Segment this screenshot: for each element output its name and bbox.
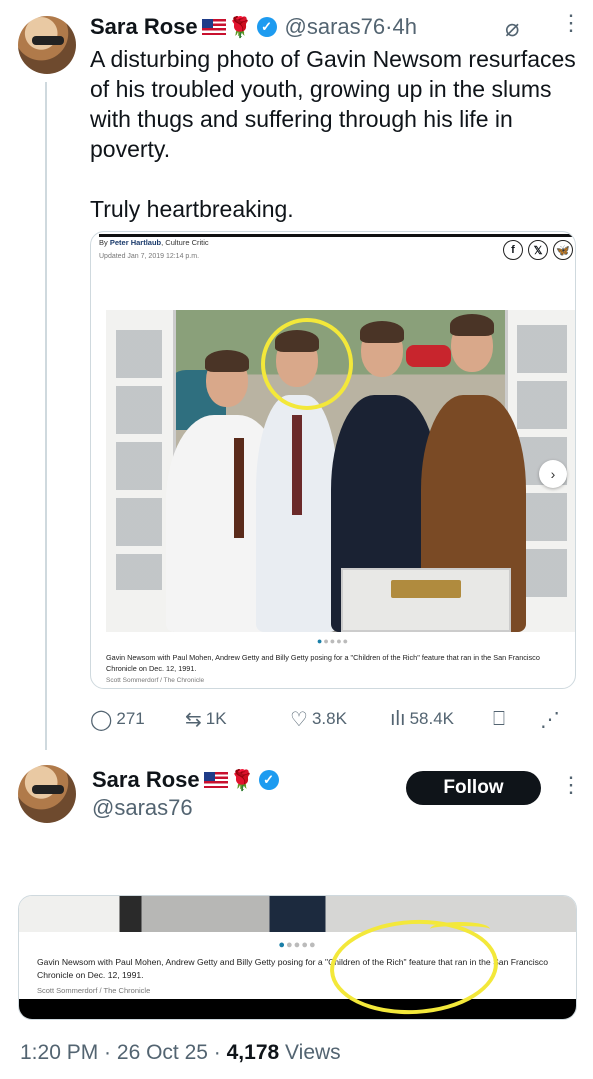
follow-button[interactable]: Follow <box>406 771 541 805</box>
tweet-header: Sara Rose 🌹 ✓ <box>92 767 279 793</box>
like-count: 3.8K <box>311 709 347 728</box>
mail-slot <box>341 568 511 632</box>
us-flag-icon <box>203 772 228 788</box>
byline-author: Peter Hartlaub <box>109 238 162 247</box>
cropped-photo <box>19 896 576 932</box>
share-icon: ⋰ <box>540 708 560 731</box>
thread-connector <box>45 82 47 750</box>
black-bar <box>19 999 576 1019</box>
views-button[interactable]: ılı 58.4K <box>390 708 454 731</box>
highlight-circle <box>261 318 353 410</box>
author-handle[interactable]: @saras76 <box>285 14 386 40</box>
article-updated: Updated Jan 7, 2019 12:14 p.m. <box>99 253 200 260</box>
photo-credit: Scott Sommerdorf / The Chronicle <box>37 986 151 995</box>
action-bar: ◯ 271 ⇆ 1K ♡ 3.8K ılı 58.4K ⎕ ⋰ <box>90 705 570 733</box>
tweet-header: Sara Rose 🌹 ✓ @saras76 · 4h <box>90 14 417 40</box>
photo-caption: Gavin Newsom with Paul Mohen, Andrew Get… <box>106 653 540 673</box>
like-button[interactable]: ♡ 3.8K <box>290 707 347 732</box>
rose-emoji: 🌹 <box>227 16 253 39</box>
repost-count: 1K <box>205 709 227 728</box>
author-name[interactable]: Sara Rose <box>92 767 200 793</box>
view-count: 4,178 <box>226 1041 280 1064</box>
article-byline: By Peter Hartlaub, Culture Critic <box>99 238 209 247</box>
avatar[interactable] <box>18 765 76 823</box>
repost-icon: ⇆ <box>185 708 202 731</box>
time-separator: · <box>385 14 393 39</box>
us-flag-icon <box>201 19 226 35</box>
bookmark-button[interactable]: ⎕ <box>493 708 505 731</box>
tweet-meta: 1:20 PM · 26 Oct 25 · 4,178 Views <box>20 1041 341 1064</box>
more-icon[interactable]: ⋮ <box>560 12 582 34</box>
reply-count: 271 <box>116 709 145 728</box>
repost-button[interactable]: ⇆ 1K <box>185 707 227 732</box>
rose-emoji: 🌹 <box>229 769 255 792</box>
views-count: 58.4K <box>409 709 454 728</box>
tweet-time[interactable]: 4h <box>392 14 416 40</box>
share-button[interactable]: ⋰ <box>540 707 560 732</box>
card-top-rule <box>99 234 575 237</box>
more-icon[interactable]: ⋮ <box>560 774 582 796</box>
highlight-oval-tail <box>430 922 490 936</box>
author-name[interactable]: Sara Rose <box>90 14 198 40</box>
verified-icon: ✓ <box>258 770 279 790</box>
tweet-text: A disturbing photo of Gavin Newsom resur… <box>90 46 576 222</box>
media-card[interactable]: By Peter Hartlaub, Culture Critic Update… <box>90 231 576 689</box>
article-photo[interactable]: › <box>106 310 575 632</box>
views-label: Views <box>279 1041 341 1064</box>
views-icon: ılı <box>390 707 406 730</box>
reply-icon: ◯ <box>90 708 113 731</box>
post-time[interactable]: 1:20 PM <box>20 1041 98 1064</box>
slide-dots[interactable]: ●●●●● <box>91 636 575 646</box>
facebook-icon: f <box>503 240 523 260</box>
like-icon: ♡ <box>290 708 308 731</box>
verified-icon: ✓ <box>256 17 277 37</box>
x-icon: 𝕏 <box>528 240 548 260</box>
author-handle[interactable]: @saras76 <box>92 795 193 821</box>
grok-icon[interactable]: ⌀ <box>505 14 519 43</box>
bluesky-icon: 🦋 <box>553 240 573 260</box>
photo-credit: Scott Sommerdorf / The Chronicle <box>106 677 205 684</box>
avatar[interactable] <box>18 16 76 74</box>
reply-button[interactable]: ◯ 271 <box>90 707 145 732</box>
post-date[interactable]: 26 Oct 25 <box>117 1041 208 1064</box>
article-share-icons: f 𝕏 🦋 <box>503 240 573 260</box>
bookmark-icon: ⎕ <box>493 707 505 730</box>
next-slide-button[interactable]: › <box>539 460 567 488</box>
red-car <box>406 345 451 367</box>
